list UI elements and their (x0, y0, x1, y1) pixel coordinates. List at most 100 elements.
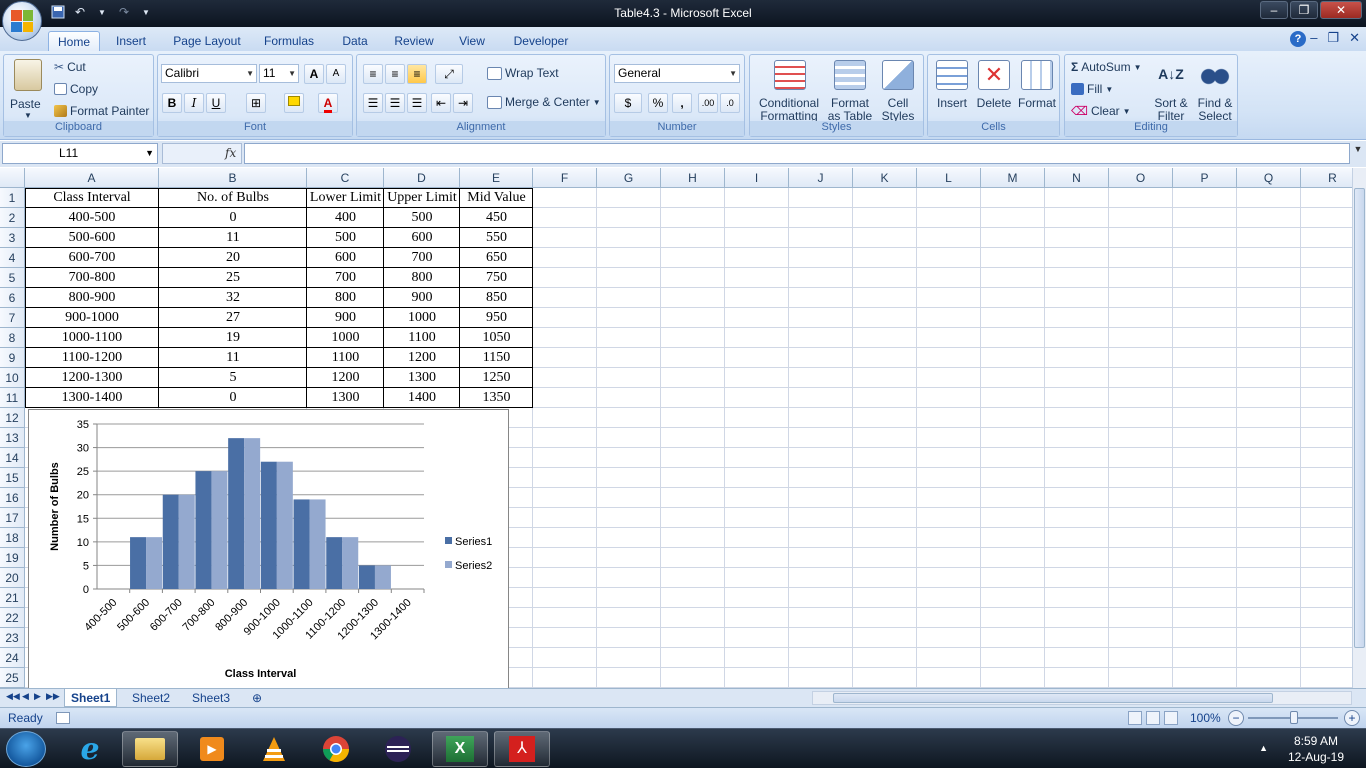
column-header-c[interactable]: C (307, 168, 384, 188)
expand-formula-bar-icon[interactable]: ▼ (1352, 144, 1364, 162)
tab-formulas[interactable]: Formulas (260, 31, 318, 51)
table-cell[interactable]: 850 (460, 288, 533, 308)
table-cell[interactable]: 800 (307, 288, 384, 308)
table-cell[interactable]: 1400 (384, 388, 460, 408)
table-cell[interactable]: 1250 (460, 368, 533, 388)
column-header-n[interactable]: N (1045, 168, 1109, 188)
column-header-h[interactable]: H (661, 168, 725, 188)
align-bottom-button[interactable]: ≡ (407, 64, 427, 84)
office-button[interactable] (2, 1, 42, 41)
excel-icon[interactable]: X (432, 731, 488, 767)
fill-button[interactable]: Fill ▼ (1071, 82, 1113, 96)
table-header-cell[interactable]: Mid Value (460, 188, 533, 208)
table-header-cell[interactable]: No. of Bulbs (159, 188, 307, 208)
shrink-font-button[interactable]: A (326, 64, 346, 84)
row-header-7[interactable]: 7 (0, 308, 25, 328)
table-cell[interactable]: 25 (159, 268, 307, 288)
copy-button[interactable]: Copy (54, 82, 98, 96)
column-header-a[interactable]: A (25, 168, 159, 188)
insert-sheet-icon[interactable]: ⊕ (246, 689, 268, 707)
media-player-icon[interactable]: ▶ (184, 731, 240, 767)
font-name-dropdown[interactable]: Calibri ▼ (161, 64, 257, 83)
row-header-5[interactable]: 5 (0, 268, 25, 288)
sort-filter-button[interactable]: A↓Z Sort & Filter (1149, 58, 1193, 123)
autosum-button[interactable]: Σ AutoSum ▼ (1071, 60, 1141, 74)
sheet-tab-sheet2[interactable]: Sheet2 (126, 689, 176, 707)
internet-explorer-icon[interactable]: e (62, 731, 118, 767)
row-header-8[interactable]: 8 (0, 328, 25, 348)
tab-review[interactable]: Review (390, 31, 438, 51)
system-clock[interactable]: 8:59 AM 12-Aug-19 (1288, 733, 1344, 765)
macro-record-icon[interactable] (56, 712, 70, 724)
align-left-button[interactable]: ☰ (363, 93, 383, 113)
grow-font-button[interactable]: A (304, 64, 324, 84)
vertical-scroll-thumb[interactable] (1354, 188, 1365, 648)
table-cell[interactable]: 1000 (307, 328, 384, 348)
row-header-12[interactable]: 12 (0, 408, 25, 428)
table-cell[interactable]: 1200-1300 (25, 368, 159, 388)
row-header-23[interactable]: 23 (0, 628, 25, 648)
column-header-l[interactable]: L (917, 168, 981, 188)
row-header-13[interactable]: 13 (0, 428, 25, 448)
column-header-j[interactable]: J (789, 168, 853, 188)
table-cell[interactable]: 600 (307, 248, 384, 268)
horizontal-scroll-thumb[interactable] (833, 693, 1273, 703)
cut-button[interactable]: ✂ Cut (54, 60, 86, 74)
table-cell[interactable]: 600 (384, 228, 460, 248)
row-header-22[interactable]: 22 (0, 608, 25, 628)
underline-button[interactable]: U (206, 93, 226, 113)
row-header-3[interactable]: 3 (0, 228, 25, 248)
column-header-r[interactable]: R (1301, 168, 1352, 188)
table-cell[interactable]: 1350 (460, 388, 533, 408)
table-cell[interactable]: 950 (460, 308, 533, 328)
tab-developer[interactable]: Developer (508, 31, 574, 51)
column-header-i[interactable]: I (725, 168, 789, 188)
table-cell[interactable]: 19 (159, 328, 307, 348)
tab-view[interactable]: View (452, 31, 492, 51)
sheet-tab-sheet1[interactable]: Sheet1 (64, 689, 118, 707)
table-cell[interactable]: 700 (307, 268, 384, 288)
maximize-button[interactable]: ❐ (1290, 1, 1318, 19)
tab-page-layout[interactable]: Page Layout (170, 31, 244, 51)
embedded-chart[interactable]: 0 5 10 15 20 25 30 35 400-500 500-600 600-700 700-8… (28, 409, 509, 690)
table-cell[interactable]: 900 (384, 288, 460, 308)
next-sheet-icon[interactable]: ▶ (34, 691, 41, 702)
vertical-scrollbar[interactable] (1352, 168, 1366, 688)
comma-button[interactable]: , (672, 93, 692, 113)
help-icon[interactable]: ? (1290, 31, 1306, 47)
borders-button[interactable]: ⊞ (246, 93, 266, 113)
table-cell[interactable]: 600-700 (25, 248, 159, 268)
find-select-button[interactable]: Find & Select (1193, 58, 1237, 123)
zoom-out-button[interactable]: − (1228, 710, 1244, 726)
table-cell[interactable]: 0 (159, 208, 307, 228)
doc-restore-icon[interactable]: ❐ (1327, 30, 1339, 46)
column-header-g[interactable]: G (597, 168, 661, 188)
table-cell[interactable]: 750 (460, 268, 533, 288)
table-cell[interactable]: 1050 (460, 328, 533, 348)
align-right-button[interactable]: ☰ (407, 93, 427, 113)
row-header-20[interactable]: 20 (0, 568, 25, 588)
delete-cells-button[interactable]: ✕ Delete (974, 58, 1014, 120)
table-cell[interactable]: 800-900 (25, 288, 159, 308)
table-cell[interactable]: 20 (159, 248, 307, 268)
minimize-button[interactable]: – (1260, 1, 1288, 19)
zoom-level[interactable]: 100% (1190, 711, 1221, 725)
increase-decimal-button[interactable]: .00 (698, 93, 718, 113)
table-cell[interactable]: 1000 (384, 308, 460, 328)
table-cell[interactable]: 500 (384, 208, 460, 228)
tab-data[interactable]: Data (336, 31, 374, 51)
table-cell[interactable]: 500-600 (25, 228, 159, 248)
zoom-slider-knob[interactable] (1290, 711, 1298, 724)
table-cell[interactable]: 27 (159, 308, 307, 328)
prev-sheet-icon[interactable]: ◀ (22, 691, 29, 702)
orientation-button[interactable]: ⤢ (435, 64, 463, 84)
row-header-15[interactable]: 15 (0, 468, 25, 488)
row-header-19[interactable]: 19 (0, 548, 25, 568)
table-cell[interactable]: 1300 (384, 368, 460, 388)
table-header-cell[interactable]: Lower Limit (307, 188, 384, 208)
page-break-view-icon[interactable] (1164, 711, 1178, 725)
zoom-in-button[interactable]: + (1344, 710, 1360, 726)
table-cell[interactable]: 1300 (307, 388, 384, 408)
column-header-f[interactable]: F (533, 168, 597, 188)
table-cell[interactable]: 900 (307, 308, 384, 328)
